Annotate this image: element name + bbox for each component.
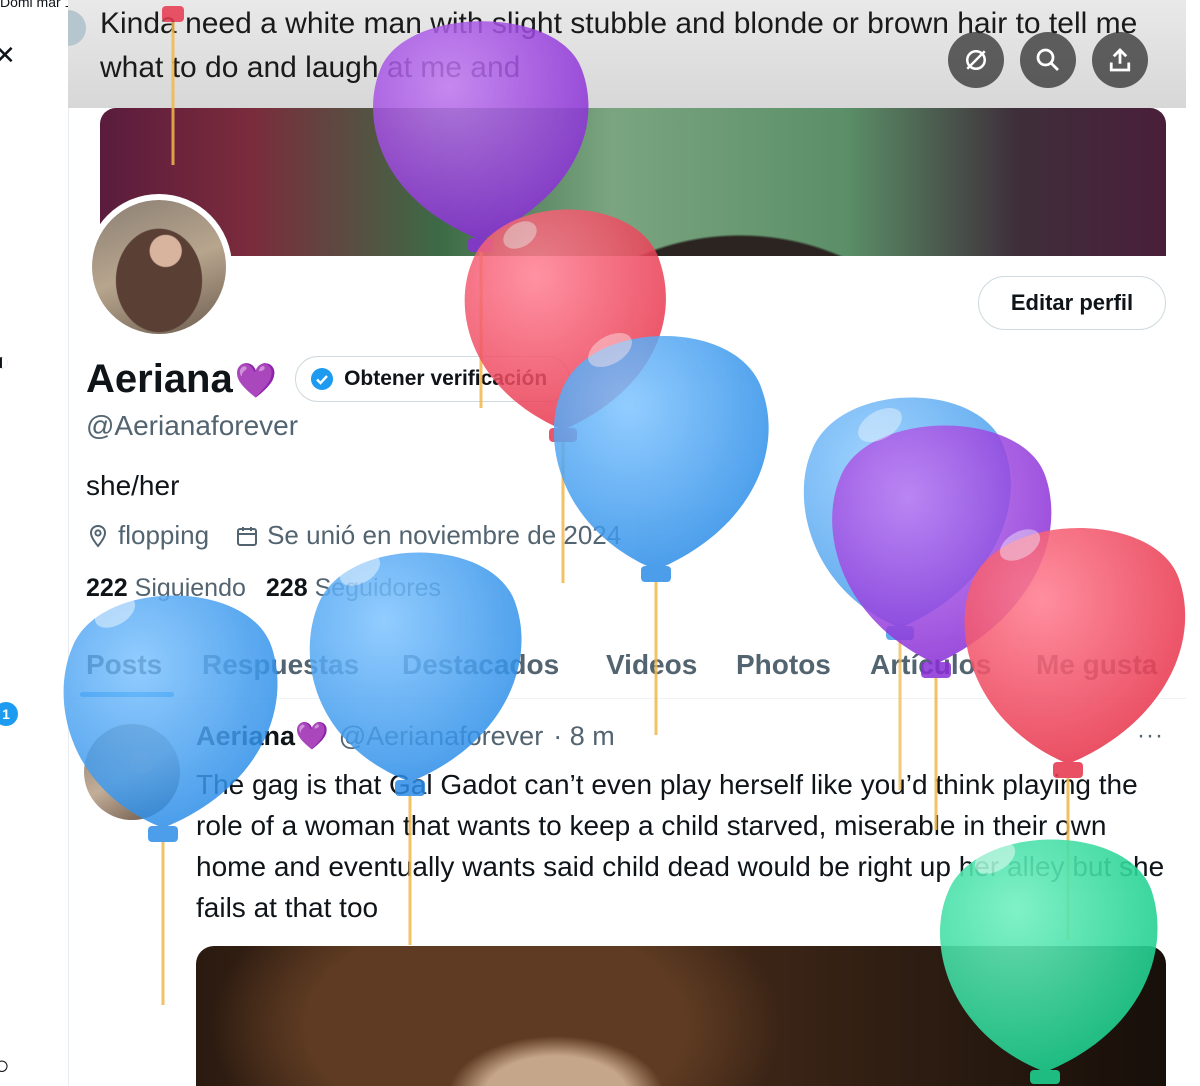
joined-item: Se unió en noviembre de 2024 (235, 520, 621, 551)
tab-me-gusta[interactable]: Me gusta (1036, 632, 1157, 698)
name-row: Aeriana💜 Obtener verificación (86, 356, 571, 402)
tab-respuestas[interactable]: Respuestas (202, 632, 359, 698)
post-time[interactable]: · 8 m (553, 721, 615, 752)
tab-videos[interactable]: Videos (606, 632, 697, 698)
post-avatar[interactable] (84, 724, 180, 820)
profile-main: Kinda need a white man with slight stubb… (68, 0, 1186, 1086)
profile-bio: she/her (86, 470, 180, 501)
left-sidebar: Domi mar 19 ✕ ◐ 1 ○ (0, 0, 80, 1086)
display-name: Aeriana💜 (86, 356, 278, 401)
tab-posts[interactable]: Posts (86, 632, 162, 698)
sticky-header: Kinda need a white man with slight stubb… (68, 0, 1186, 108)
post-header: Aeriana💜 @Aerianaforever · 8 m (196, 720, 615, 752)
verified-badge-icon (311, 368, 334, 390)
followers-link[interactable]: 228 Seguidores (266, 574, 441, 603)
profile-tabs: Posts Respuestas Destacados Videos Photo… (68, 632, 1186, 699)
profile-handle: @Aerianaforever (86, 410, 299, 441)
more-options-icon[interactable]: ··· (1137, 722, 1164, 750)
notification-badge[interactable]: 1 (0, 702, 18, 726)
rail-x-icon[interactable]: ✕ (0, 40, 16, 71)
purple-heart-icon: 💜 (234, 361, 278, 400)
tab-destacados[interactable]: Destacados (402, 632, 559, 698)
profile-meta: flopping Se unió en noviembre de 2024 (86, 520, 621, 551)
rail-logo-icon[interactable]: ◐ (0, 346, 10, 377)
purple-heart-icon: 💜 (295, 721, 329, 751)
profile-banner[interactable] (100, 108, 1166, 256)
post-author-name[interactable]: Aeriana💜 (196, 720, 329, 752)
rail-profile-icon[interactable]: ○ (0, 1050, 10, 1081)
post-media[interactable] (196, 946, 1166, 1086)
get-verified-button[interactable]: Obtener verificación (295, 356, 571, 402)
location-item: flopping (86, 520, 209, 551)
header-avatar (68, 10, 86, 46)
header-actions (948, 32, 1148, 88)
profile-avatar[interactable] (86, 194, 232, 340)
calendar-icon (237, 526, 258, 546)
share-icon[interactable] (1092, 32, 1148, 88)
tab-articulos[interactable]: Artículos (870, 632, 991, 698)
tab-photos[interactable]: Photos (736, 632, 831, 698)
search-icon[interactable] (1020, 32, 1076, 88)
post-author-handle[interactable]: @Aerianaforever (339, 721, 544, 752)
active-tab-indicator (80, 692, 174, 697)
follow-stats: 222 Siguiendo 228 Seguidores (86, 574, 441, 603)
following-link[interactable]: 222 Siguiendo (86, 574, 246, 603)
mute-icon[interactable] (948, 32, 1004, 88)
post-text: The gag is that Gal Gadot can’t even pla… (196, 769, 1165, 923)
location-pin-icon (89, 524, 107, 548)
edit-profile-button[interactable]: Editar perfil (978, 276, 1166, 330)
